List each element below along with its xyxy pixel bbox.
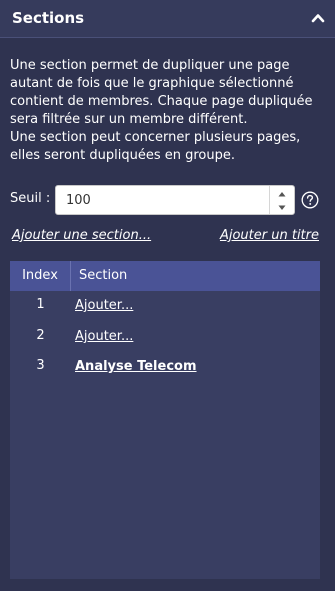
row-index: 2 — [36, 328, 45, 343]
sections-panel-header[interactable]: Sections — [0, 0, 335, 38]
row-index: 3 — [36, 358, 45, 373]
panel-title: Sections — [12, 9, 85, 27]
row-section-link[interactable]: Ajouter... — [75, 298, 133, 313]
row-section-link[interactable]: Ajouter... — [75, 329, 133, 344]
seuil-label: Seuil : — [10, 191, 51, 206]
row-section-link[interactable]: Analyse Telecom — [75, 359, 197, 374]
help-circle-icon[interactable] — [301, 191, 319, 209]
sections-table: Index Section 1 Ajouter... 2 Ajouter... … — [10, 261, 320, 579]
seuil-number-field[interactable] — [55, 185, 295, 215]
table-row[interactable]: 1 Ajouter... — [10, 297, 320, 327]
column-header-section[interactable]: Section — [71, 261, 320, 291]
seuil-stepper[interactable] — [269, 186, 294, 214]
decrement-arrow-icon[interactable] — [270, 200, 294, 214]
add-section-link[interactable]: Ajouter une section... — [12, 228, 151, 243]
add-title-link[interactable]: Ajouter un titre — [220, 228, 319, 243]
column-header-index[interactable]: Index — [10, 261, 71, 291]
sections-description: Une section permet de dupliquer une page… — [10, 58, 313, 163]
table-row[interactable]: 3 Analyse Telecom — [10, 358, 320, 388]
increment-arrow-icon[interactable] — [270, 186, 294, 200]
seuil-input[interactable] — [56, 186, 268, 214]
table-row[interactable]: 2 Ajouter... — [10, 328, 320, 358]
row-index: 1 — [36, 297, 45, 312]
chevron-up-icon[interactable] — [309, 9, 327, 27]
